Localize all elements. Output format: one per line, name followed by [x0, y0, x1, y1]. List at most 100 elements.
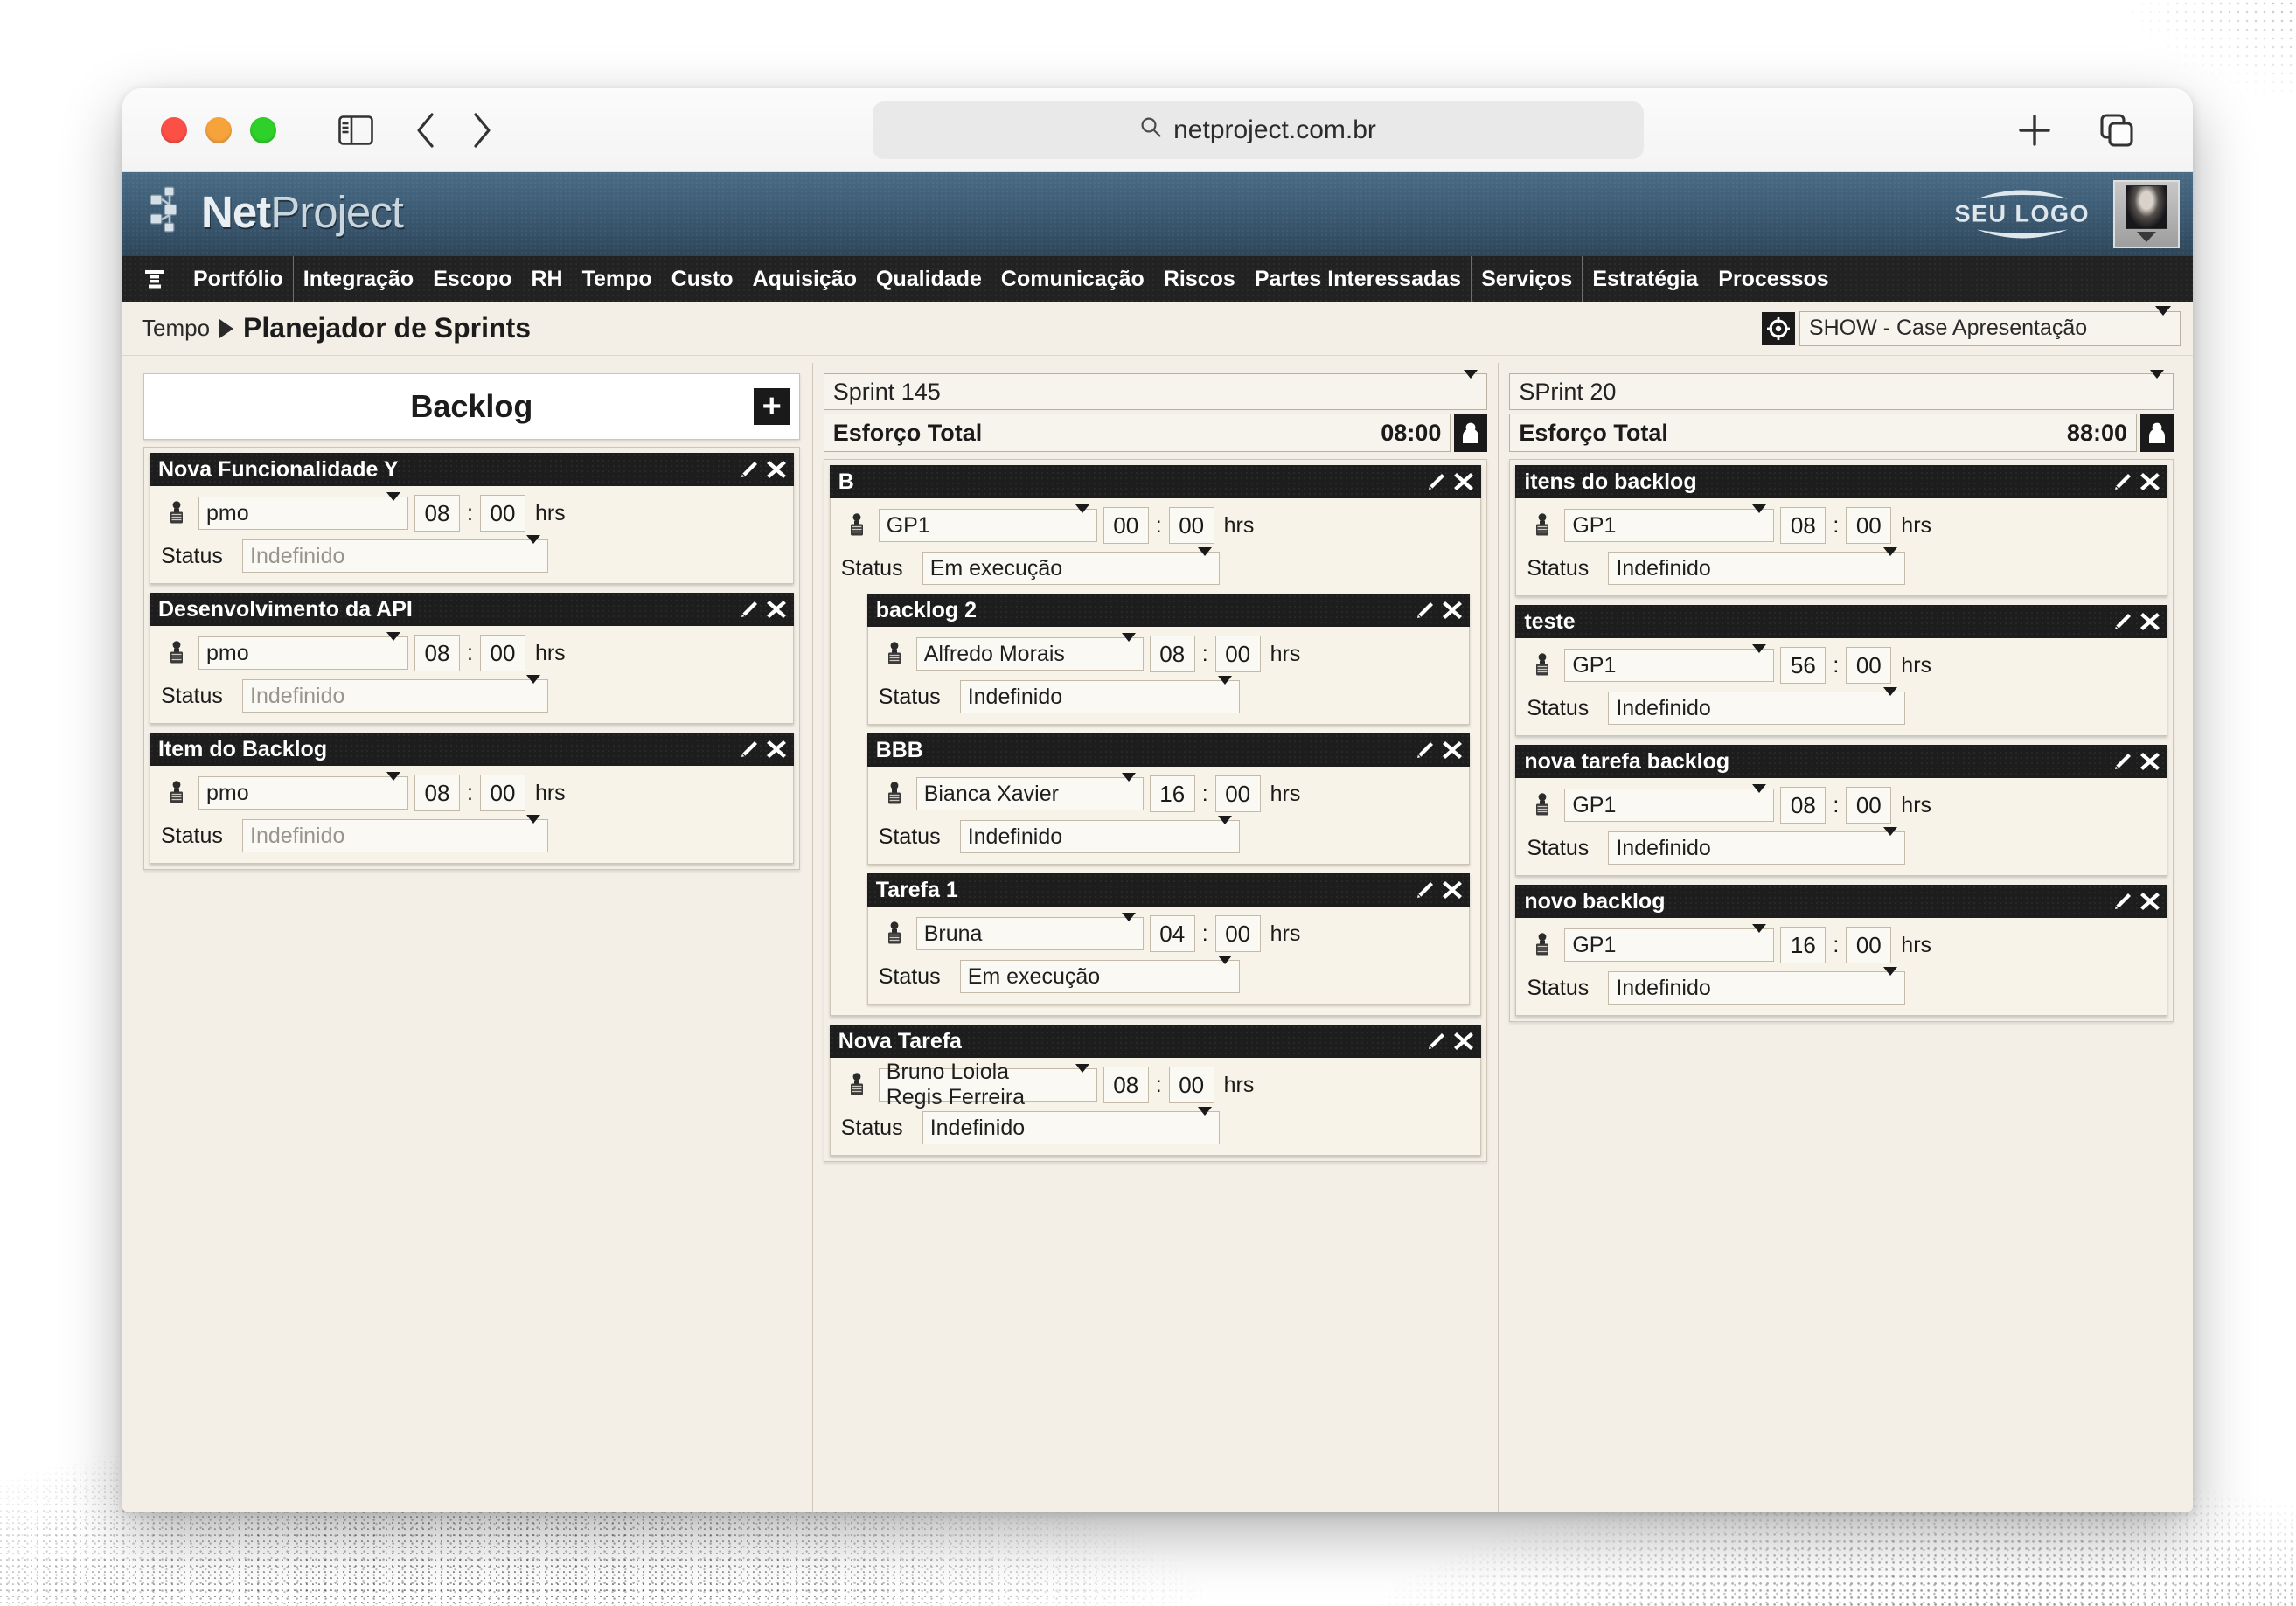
assignee-dropdown[interactable]: Bianca Xavier: [915, 772, 1144, 810]
close-x-icon[interactable]: [1442, 600, 1463, 621]
task-card[interactable]: Desenvolvimento da API pmo 08:00 hrs Status I…: [150, 593, 794, 724]
status-dropdown[interactable]: Indefinido: [242, 814, 548, 852]
target-crosshair-icon[interactable]: [1762, 311, 1795, 345]
nav-item-portf-lio[interactable]: Portfólio: [184, 256, 293, 302]
pencil-icon[interactable]: [2112, 751, 2133, 772]
task-card[interactable]: BBB Bianca Xavier 16:00 hrs Status Indefinido: [866, 733, 1471, 865]
nav-item-custo[interactable]: Custo: [662, 256, 743, 302]
close-x-icon[interactable]: [1442, 740, 1463, 761]
task-card[interactable]: itens do backlog GP1 08:00 hrs Status Indefin…: [1515, 465, 2167, 596]
pencil-icon[interactable]: [1415, 879, 1436, 900]
assignee-dropdown[interactable]: Alfredo Morais: [915, 632, 1144, 671]
breadcrumb-level1[interactable]: Tempo: [142, 315, 210, 342]
task-card[interactable]: Item do Backlog pmo 08:00 hrs Status Indefini…: [150, 733, 794, 864]
status-dropdown[interactable]: Indefinido: [1608, 826, 1906, 865]
assignee-dropdown[interactable]: GP1: [1564, 923, 1775, 962]
hours-input[interactable]: 08: [1780, 787, 1826, 824]
task-card[interactable]: Nova Tarefa Bruno Loiola Regis Ferreira 08…: [829, 1025, 1482, 1156]
hours-input[interactable]: 04: [1149, 915, 1195, 952]
minutes-input[interactable]: 00: [479, 495, 525, 532]
hours-input[interactable]: 00: [1103, 507, 1149, 544]
hours-input[interactable]: 08: [414, 495, 460, 532]
status-dropdown[interactable]: Indefinido: [1608, 546, 1906, 585]
pencil-icon[interactable]: [1415, 740, 1436, 761]
task-card[interactable]: Tarefa 1 Bruna 04:00 hrs Status Em execução: [866, 873, 1471, 1005]
assignee-dropdown[interactable]: Bruno Loiola Regis Ferreira: [878, 1060, 1097, 1109]
close-x-icon[interactable]: [1453, 471, 1474, 492]
nav-item-estrat-gia[interactable]: Estratégia: [1582, 256, 1708, 302]
hamburger-menu-icon[interactable]: [122, 256, 184, 302]
status-dropdown[interactable]: Indefinido: [242, 674, 548, 713]
tab-overview-icon[interactable]: [2091, 105, 2142, 156]
minutes-input[interactable]: 00: [479, 635, 525, 671]
assignee-dropdown[interactable]: pmo: [198, 771, 408, 810]
close-x-icon[interactable]: [2139, 611, 2160, 632]
avatar[interactable]: [2113, 180, 2180, 248]
back-chevron-icon[interactable]: [400, 105, 451, 156]
nav-item-tempo[interactable]: Tempo: [573, 256, 662, 302]
nav-item-processos[interactable]: Processos: [1708, 256, 1838, 302]
hours-input[interactable]: 56: [1780, 647, 1826, 684]
status-dropdown[interactable]: Indefinido: [1608, 966, 1906, 1005]
project-dropdown[interactable]: SHOW - Case Apresentação: [1799, 306, 2181, 346]
netproject-logo[interactable]: NetProject: [145, 184, 404, 240]
assignee-dropdown[interactable]: GP1: [1564, 783, 1775, 822]
task-card[interactable]: Nova Funcionalidade Y pmo 08:00 hrs Status In…: [150, 453, 794, 584]
hours-input[interactable]: 16: [1780, 927, 1826, 963]
assignee-dropdown[interactable]: pmo: [198, 491, 408, 530]
pencil-icon[interactable]: [739, 739, 760, 760]
hours-input[interactable]: 08: [1780, 507, 1826, 544]
minutes-input[interactable]: 00: [479, 775, 525, 811]
assignee-dropdown[interactable]: GP1: [878, 504, 1097, 542]
task-card[interactable]: novo backlog GP1 16:00 hrs Status Indefinido: [1515, 885, 2167, 1016]
assignee-dropdown[interactable]: Bruna: [915, 912, 1144, 950]
status-dropdown[interactable]: Em execução: [959, 955, 1240, 993]
minutes-input[interactable]: 00: [1846, 647, 1892, 684]
close-x-icon[interactable]: [2139, 751, 2160, 772]
nav-item-riscos[interactable]: Riscos: [1154, 256, 1245, 302]
close-x-icon[interactable]: [766, 739, 787, 760]
minutes-input[interactable]: 00: [1168, 1067, 1214, 1103]
status-dropdown[interactable]: Indefinido: [242, 534, 548, 573]
status-dropdown[interactable]: Indefinido: [922, 1106, 1220, 1144]
close-x-icon[interactable]: [2139, 471, 2160, 492]
close-x-icon[interactable]: [1442, 879, 1463, 900]
zoom-button[interactable]: [250, 116, 276, 143]
add-backlog-item-button[interactable]: +: [753, 388, 790, 425]
hours-input[interactable]: 08: [414, 635, 460, 671]
minutes-input[interactable]: 00: [1846, 927, 1892, 963]
hours-input[interactable]: 08: [1149, 636, 1195, 672]
nav-item-qualidade[interactable]: Qualidade: [866, 256, 991, 302]
close-x-icon[interactable]: [766, 459, 787, 480]
person-effort-icon[interactable]: [1454, 414, 1488, 452]
minutes-input[interactable]: 00: [1214, 775, 1261, 812]
nav-item-integra-o[interactable]: Integração: [292, 256, 423, 302]
pencil-icon[interactable]: [1415, 600, 1436, 621]
plus-icon[interactable]: [2009, 105, 2060, 156]
minutes-input[interactable]: 00: [1214, 915, 1261, 952]
close-x-icon[interactable]: [2139, 891, 2160, 912]
close-button[interactable]: [161, 116, 187, 143]
close-x-icon[interactable]: [766, 599, 787, 620]
assignee-dropdown[interactable]: pmo: [198, 631, 408, 670]
hours-input[interactable]: 08: [1103, 1067, 1149, 1103]
nav-item-aquisi-o[interactable]: Aquisição: [743, 256, 866, 302]
pencil-icon[interactable]: [2112, 471, 2133, 492]
person-effort-icon[interactable]: [2139, 414, 2174, 452]
pencil-icon[interactable]: [739, 459, 760, 480]
task-card[interactable]: nova tarefa backlog GP1 08:00 hrs Status Inde…: [1515, 745, 2167, 876]
pencil-icon[interactable]: [1426, 1031, 1447, 1052]
close-x-icon[interactable]: [1453, 1031, 1474, 1052]
hours-input[interactable]: 08: [414, 775, 460, 811]
pencil-icon[interactable]: [739, 599, 760, 620]
status-dropdown[interactable]: Indefinido: [959, 815, 1240, 853]
nav-item-rh[interactable]: RH: [522, 256, 573, 302]
sprint-selector[interactable]: Sprint 145: [823, 369, 1488, 410]
hours-input[interactable]: 16: [1149, 775, 1195, 812]
sidebar-toggle-icon[interactable]: [330, 105, 381, 156]
nav-item-servi-os[interactable]: Serviços: [1471, 256, 1582, 302]
pencil-icon[interactable]: [1426, 471, 1447, 492]
task-card[interactable]: B GP1 00:00 hrs Status Em execução backlog 2 Al…: [829, 465, 1482, 1016]
pencil-icon[interactable]: [2112, 611, 2133, 632]
task-card[interactable]: teste GP1 56:00 hrs Status Indefinido: [1515, 605, 2167, 736]
